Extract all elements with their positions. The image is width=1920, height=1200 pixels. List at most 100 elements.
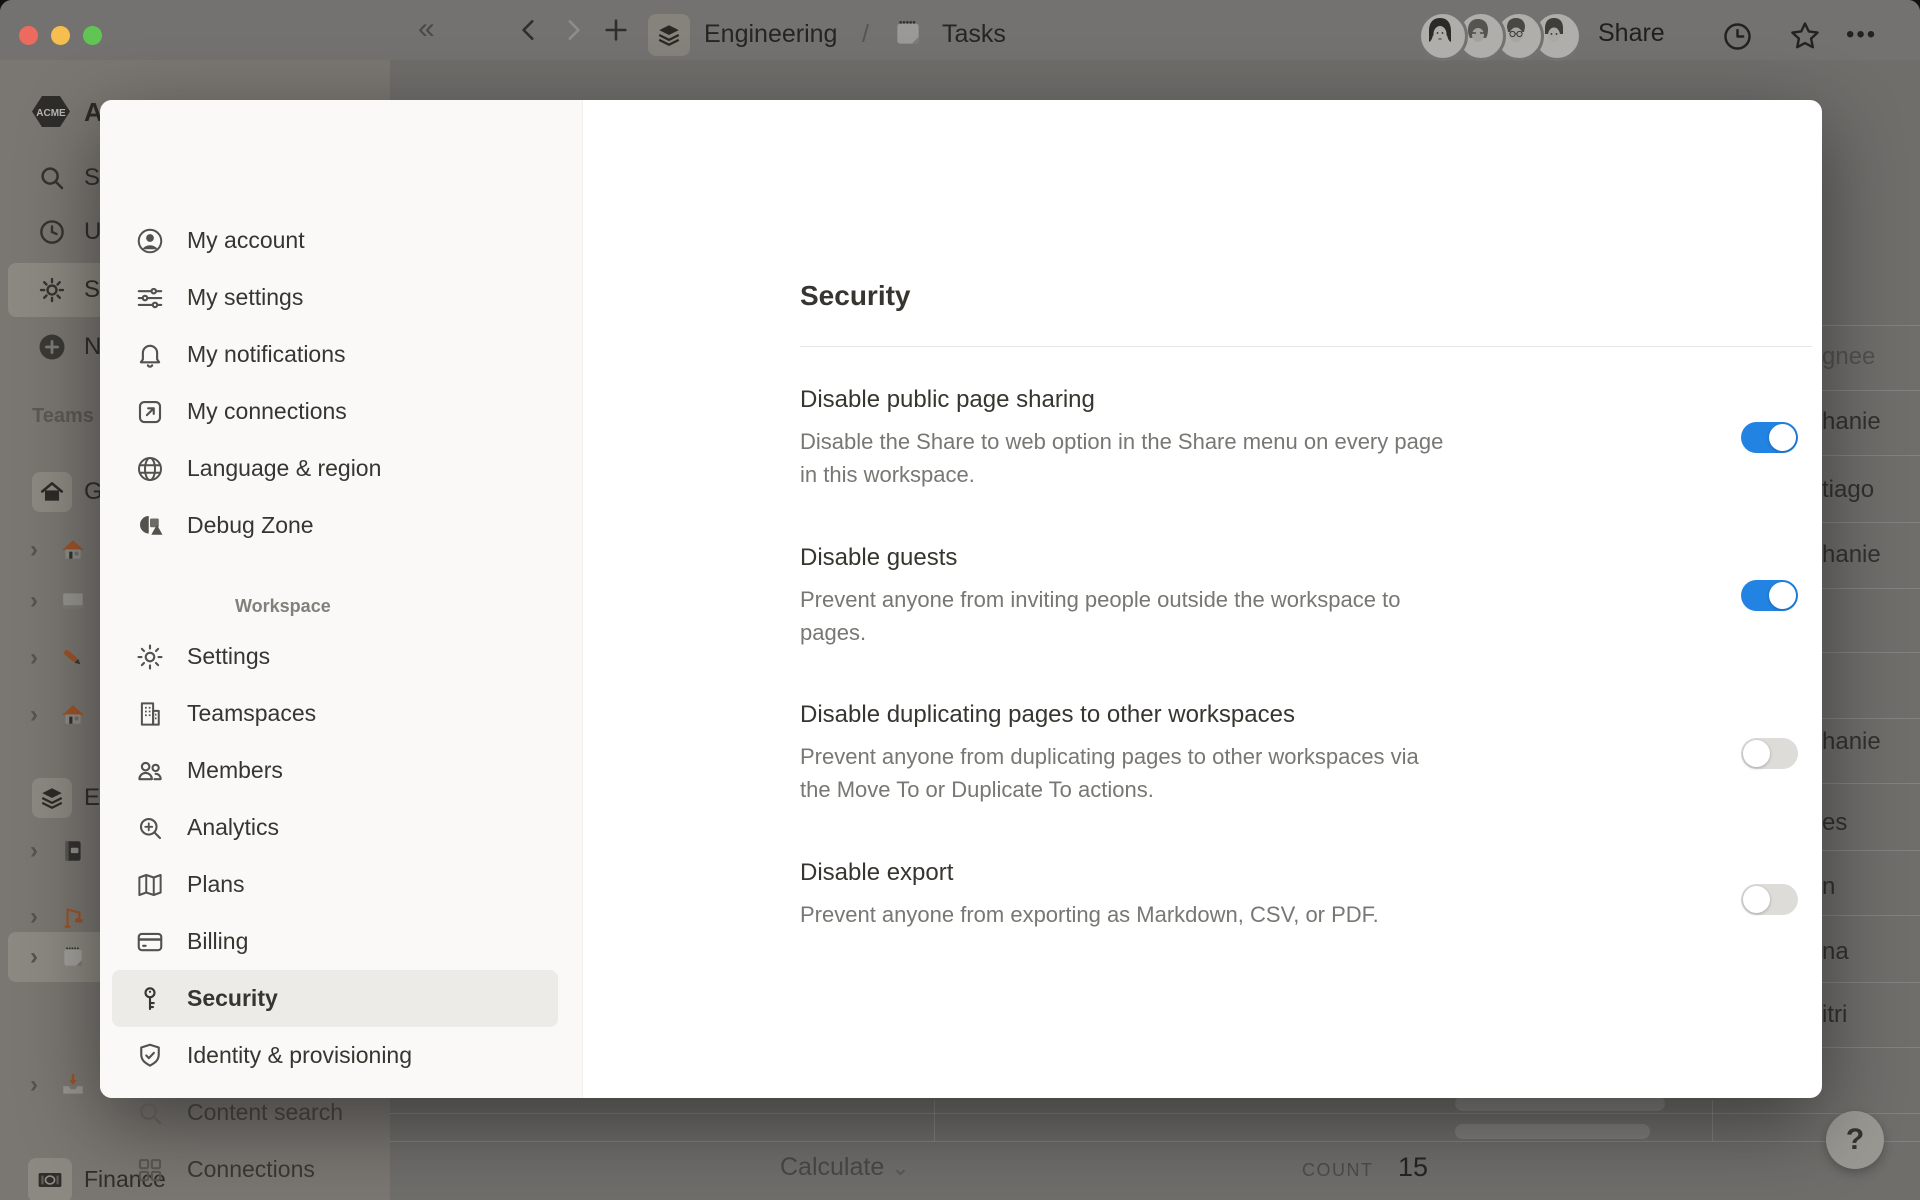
dialog-item-label: My notifications (187, 341, 346, 368)
map-icon (135, 870, 165, 900)
search-sparkle-icon (135, 813, 165, 843)
dialog-item-language-region[interactable]: Language & region (112, 440, 558, 497)
dialog-item-plans[interactable]: Plans (112, 856, 558, 913)
window-minimize-button[interactable] (51, 26, 70, 45)
search-icon[interactable] (37, 163, 67, 193)
updates-clock-icon[interactable] (1722, 21, 1753, 52)
house-emoji-icon[interactable] (60, 702, 86, 728)
dialog-item-teamspaces[interactable]: Teamspaces (112, 685, 558, 742)
new-tab-icon[interactable] (602, 16, 630, 44)
window-zoom-button[interactable] (83, 26, 102, 45)
dialog-item-members[interactable]: Members (112, 742, 558, 799)
sliders-icon (135, 283, 165, 313)
breadcrumb-teamspace[interactable]: Engineering (704, 20, 837, 49)
toggle-public-sharing[interactable] (1741, 422, 1798, 453)
house-emoji-icon[interactable] (60, 537, 86, 563)
dialog-item-label: Identity & provisioning (187, 1042, 412, 1069)
favorite-star-icon[interactable] (1788, 19, 1822, 53)
calculate-button[interactable]: Calculate ⌄ (780, 1153, 910, 1182)
chevron-right-icon[interactable]: › (30, 646, 38, 670)
chevron-right-icon[interactable]: › (30, 1073, 38, 1097)
finance-teamspace-icon-box[interactable] (28, 1158, 72, 1200)
calculate-label: Calculate (780, 1153, 884, 1181)
dialog-item-debug-zone[interactable]: Debug Zone (112, 497, 558, 554)
chevron-right-icon[interactable]: › (30, 703, 38, 727)
breadcrumb-separator: / (862, 20, 869, 49)
setting-title: Disable export (800, 858, 1560, 888)
table-cell-fragment[interactable]: hanie (1822, 541, 1881, 569)
table-cell-fragment[interactable]: na (1822, 938, 1849, 966)
chevron-right-icon[interactable]: › (30, 839, 38, 863)
engineering-teamspace-icon-box[interactable] (32, 778, 72, 818)
dialog-item-my-settings[interactable]: My settings (112, 269, 558, 326)
workspace-section-label: Workspace (235, 596, 331, 617)
sidebar-new-page-fragment[interactable]: N (84, 333, 101, 361)
count-label: COUNT (1302, 1160, 1374, 1181)
table-cell-fragment[interactable]: tiago (1822, 476, 1874, 504)
settings-dialog-sidebar: My account My settings My notifications … (100, 100, 583, 1098)
dialog-item-settings[interactable]: Settings (112, 628, 558, 685)
gear-icon[interactable] (37, 275, 67, 305)
window-close-button[interactable] (19, 26, 38, 45)
dialog-item-connections[interactable]: Connections (112, 1141, 558, 1198)
svg-text:ACME: ACME (36, 108, 66, 119)
engineering-teamspace-icon[interactable] (648, 14, 690, 56)
back-icon[interactable] (516, 17, 542, 43)
count-value: 15 (1398, 1152, 1428, 1183)
sidebar-collapse-icon[interactable]: « (418, 14, 435, 44)
setting-row-disable-guests: Disable guests Prevent anyone from invit… (800, 543, 1560, 649)
teamspaces-section-label: Teams (32, 405, 94, 428)
gear-icon (135, 642, 165, 672)
help-button[interactable]: ? (1826, 1111, 1884, 1169)
more-options-icon[interactable]: ••• (1846, 23, 1877, 47)
dialog-item-my-account[interactable]: My account (112, 212, 558, 269)
credit-card-icon (135, 927, 165, 957)
chevron-right-icon[interactable]: › (30, 589, 38, 613)
setting-row-disable-duplicating: Disable duplicating pages to other works… (800, 700, 1560, 806)
dialog-item-content-search[interactable]: Content search (112, 1084, 558, 1141)
table-cell-fragment[interactable]: hanie (1822, 728, 1881, 756)
table-column-header-fragment[interactable]: gnee (1822, 343, 1875, 371)
notebook-emoji-icon[interactable] (60, 838, 86, 864)
sidebar-settings-fragment[interactable]: S (84, 276, 100, 304)
dialog-item-security[interactable]: Security (112, 970, 558, 1027)
dialog-item-my-notifications[interactable]: My notifications (112, 326, 558, 383)
sidebar-search-fragment[interactable]: S (84, 164, 100, 192)
board-emoji-icon[interactable] (60, 588, 86, 614)
chevron-right-icon[interactable]: › (30, 538, 38, 562)
crane-emoji-icon[interactable] (60, 904, 86, 930)
dialog-item-label: Language & region (187, 455, 381, 482)
breadcrumb-page[interactable]: Tasks (942, 20, 1006, 49)
updates-icon[interactable] (37, 217, 67, 247)
user-circle-icon (135, 226, 165, 256)
toggle-disable-export[interactable] (1741, 884, 1798, 915)
toggle-disable-guests[interactable] (1741, 580, 1798, 611)
table-cell-fragment[interactable]: itri (1822, 1001, 1847, 1029)
workspace-logo[interactable]: ACME (32, 96, 70, 127)
dialog-item-label: Analytics (187, 814, 279, 841)
dialog-item-identity-provisioning[interactable]: Identity & provisioning (112, 1027, 558, 1084)
dialog-item-billing[interactable]: Billing (112, 913, 558, 970)
dialog-item-label: Plans (187, 871, 245, 898)
avatar[interactable] (1418, 11, 1468, 61)
dialog-item-my-connections[interactable]: My connections (112, 383, 558, 440)
pencil-emoji-icon[interactable] (60, 645, 86, 671)
table-cell-fragment[interactable]: n (1822, 873, 1835, 901)
notepad-emoji-icon[interactable] (60, 944, 86, 970)
engineering-teamspace-fragment[interactable]: E (84, 784, 100, 812)
table-cell-fragment[interactable]: hanie (1822, 408, 1881, 436)
dialog-item-label: Members (187, 757, 283, 784)
table-cell-fragment[interactable]: es (1822, 809, 1847, 837)
sidebar-updates-fragment[interactable]: U (84, 218, 101, 246)
share-button[interactable]: Share (1598, 19, 1665, 48)
inbox-emoji-icon[interactable] (60, 1072, 86, 1098)
toggle-disable-duplicating[interactable] (1741, 738, 1798, 769)
chevron-right-icon[interactable]: › (30, 905, 38, 929)
shield-check-icon (135, 1041, 165, 1071)
new-page-icon[interactable] (37, 332, 67, 362)
dialog-item-analytics[interactable]: Analytics (112, 799, 558, 856)
general-teamspace-icon-box[interactable] (32, 472, 72, 512)
grid-icon (135, 1155, 165, 1185)
forward-icon[interactable] (560, 17, 586, 43)
chevron-right-icon[interactable]: › (30, 945, 38, 969)
